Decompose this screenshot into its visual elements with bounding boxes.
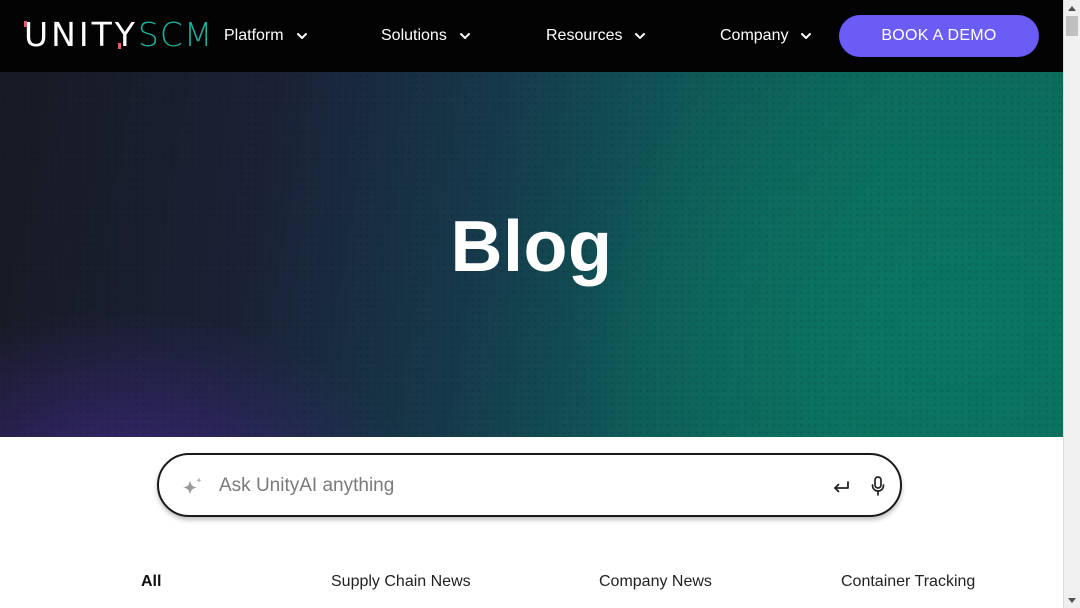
nav-solutions[interactable]: Solutions <box>381 24 471 48</box>
tab-supply-chain-news[interactable]: Supply Chain News <box>331 572 471 592</box>
top-navbar: UNITY SCM Platform Solutions Resources C… <box>0 0 1063 72</box>
logo-accent-mark <box>118 43 121 49</box>
chevron-down-icon <box>801 33 812 39</box>
chevron-down-icon <box>459 33 470 39</box>
logo-scm-text: SCM <box>137 15 214 54</box>
page-title: Blog <box>450 207 613 287</box>
nav-resources[interactable]: Resources <box>546 24 646 48</box>
enter-icon[interactable] <box>831 477 851 497</box>
unityscm-logo[interactable]: UNITY SCM <box>24 18 213 52</box>
tab-container-tracking[interactable]: Container Tracking <box>841 572 975 592</box>
logo-accent-mark <box>24 21 27 27</box>
nav-resources-label: Resources <box>546 27 623 44</box>
nav-platform-label: Platform <box>224 27 284 44</box>
search-input[interactable] <box>219 469 819 503</box>
microphone-icon[interactable] <box>869 475 887 497</box>
chevron-down-icon <box>296 33 307 39</box>
nav-company[interactable]: Company <box>720 24 812 48</box>
scrollbar-thumb[interactable] <box>1066 16 1078 36</box>
book-demo-button[interactable]: BOOK A DEMO <box>839 15 1039 57</box>
sparkle-icon <box>183 477 202 495</box>
tab-all[interactable]: All <box>141 572 161 592</box>
nav-solutions-label: Solutions <box>381 27 447 44</box>
ask-ai-search-bar <box>157 453 902 517</box>
tab-company-news[interactable]: Company News <box>599 572 712 592</box>
nav-company-label: Company <box>720 27 789 44</box>
hero-banner: Blog <box>0 72 1063 437</box>
scroll-up-arrow-icon[interactable] <box>1064 0 1080 16</box>
scroll-down-arrow-icon[interactable] <box>1064 592 1080 608</box>
chevron-down-icon <box>635 33 646 39</box>
vertical-scrollbar[interactable] <box>1063 0 1080 608</box>
nav-platform[interactable]: Platform <box>224 24 308 48</box>
blog-page: UNITY SCM Platform Solutions Resources C… <box>0 0 1063 608</box>
